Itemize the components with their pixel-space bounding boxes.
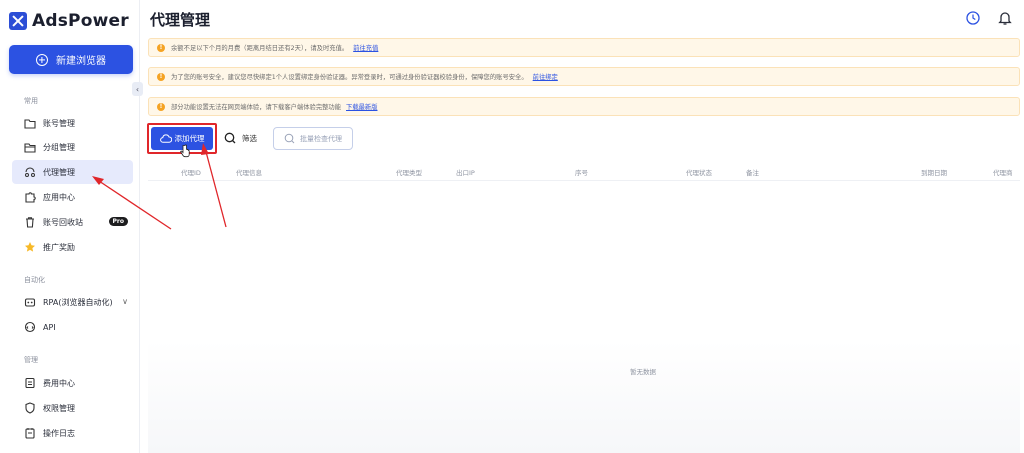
collapse-sidebar-button[interactable]: ‹ [132,82,143,96]
sidebar-item-label: RPA(浏览器自动化) [43,297,113,307]
app-logo[interactable]: AdsPower [9,10,129,32]
sidebar-item-app-center[interactable]: 应用中心 [12,185,133,209]
star-icon [24,241,36,253]
warning-icon: ! [157,72,165,81]
sidebar: AdsPower 新建浏览器 ‹ 常用 账号管理 分组管理 代理管理 应用中心 [0,0,143,453]
annotation-arrow-to-button [204,147,227,228]
sidebar-item-label: 权限管理 [43,403,75,413]
pro-badge: Pro [108,217,128,226]
sidebar-item-label: 代理管理 [43,167,75,177]
sidebar-item-label: 账号回收站 [43,217,83,227]
sidebar-item-proxies[interactable]: 代理管理 [12,160,133,184]
bell-icon[interactable] [996,9,1014,27]
bind-authenticator-link[interactable]: 前往绑定 [533,72,558,81]
batch-check-proxy-button[interactable]: 批量检查代理 [273,127,353,150]
section-title-automation: 自动化 [24,276,45,284]
cloud-icon [159,134,172,143]
log-icon [24,427,36,439]
notice-text: 为了您的账号安全，建议您尽快绑定1个人设置绑定身份验证器。异常登录时，可通过身份… [171,74,528,81]
column-header-provider[interactable]: 代理商 [993,167,1013,177]
empty-state-text: 暂无数据 [630,368,656,376]
page-title: 代理管理 [150,11,211,29]
new-browser-button[interactable]: 新建浏览器 [9,45,133,74]
warning-icon: ! [157,43,165,52]
sync-clock-icon[interactable] [964,9,982,27]
add-proxy-label: 添加代理 [174,134,205,143]
search-icon [224,132,236,144]
app-name: AdsPower [32,11,129,31]
column-header-index[interactable]: 序号 [575,167,588,177]
column-header-proxy-info[interactable]: 代理信息 [236,167,262,177]
recharge-link[interactable]: 前往充值 [353,43,378,52]
folder-icon [24,117,36,129]
sidebar-item-label: API [43,322,56,332]
sidebar-item-referral[interactable]: 推广奖励 [12,235,133,259]
plus-circle-icon [36,53,48,66]
filter-button[interactable]: 筛选 [224,129,257,147]
table-body-empty [148,340,1020,453]
sidebar-item-groups[interactable]: 分组管理 [12,135,133,159]
sidebar-item-permissions[interactable]: 权限管理 [12,396,133,420]
download-latest-link[interactable]: 下载最新版 [346,102,377,111]
sidebar-item-api[interactable]: API [12,315,133,339]
notice-text: 余额不足以下个月的月费（距离月结日还有2天），请及时充值。 [171,45,349,52]
batch-check-label: 批量检查代理 [300,134,342,143]
robot-icon [24,296,36,308]
column-header-proxy-id[interactable]: 代理ID [181,167,201,177]
column-header-proxy-type[interactable]: 代理类型 [396,167,422,177]
shield-icon [24,402,36,414]
sidebar-item-accounts[interactable]: 账号管理 [12,111,133,135]
sidebar-item-recycle-bin[interactable]: 账号回收站 Pro [12,210,133,234]
filter-label: 筛选 [242,133,257,143]
trash-icon [24,216,36,228]
sidebar-item-rpa[interactable]: RPA(浏览器自动化) ∨ [12,290,133,314]
sidebar-item-label: 应用中心 [43,192,75,202]
notice-client-download: ! 部分功能设置无法在网页端体验，请下载客户端体验完整功能 下载最新版 [148,97,1020,116]
column-header-expiry-date[interactable]: 到期日期 [921,167,947,177]
adspower-logo-icon [9,12,27,30]
notice-balance: ! 余额不足以下个月的月费（距离月结日还有2天），请及时充值。 前往充值 [148,38,1020,57]
column-header-remark[interactable]: 备注 [746,167,759,177]
api-icon [24,321,36,333]
column-header-proxy-status[interactable]: 代理状态 [686,167,712,177]
group-folder-icon [24,141,36,153]
column-header-exit-ip[interactable]: 出口IP [456,167,475,177]
puzzle-icon [24,191,36,203]
sidebar-item-billing[interactable]: 费用中心 [12,371,133,395]
check-search-icon [284,133,295,144]
warning-icon: ! [157,102,165,111]
billing-icon [24,377,36,389]
proxy-icon [24,166,36,178]
sidebar-item-label: 账号管理 [43,118,75,128]
sidebar-item-operation-log[interactable]: 操作日志 [12,421,133,445]
table-header: 代理ID 代理信息 代理类型 出口IP 序号 代理状态 备注 到期日期 代理商 [148,163,1020,181]
sidebar-item-label: 推广奖励 [43,242,75,252]
sidebar-item-label: 分组管理 [43,142,75,152]
sidebar-item-label: 操作日志 [43,428,75,438]
notice-text: 部分功能设置无法在网页端体验，请下载客户端体验完整功能 [171,104,342,111]
sidebar-item-label: 费用中心 [43,378,75,388]
new-browser-label: 新建浏览器 [56,56,106,67]
notice-security: ! 为了您的账号安全，建议您尽快绑定1个人设置绑定身份验证器。异常登录时，可通过… [148,67,1020,86]
section-title-management: 管理 [24,356,38,364]
section-title-common: 常用 [24,97,38,105]
chevron-down-icon: ∨ [122,297,128,306]
hand-cursor-icon [180,144,190,158]
